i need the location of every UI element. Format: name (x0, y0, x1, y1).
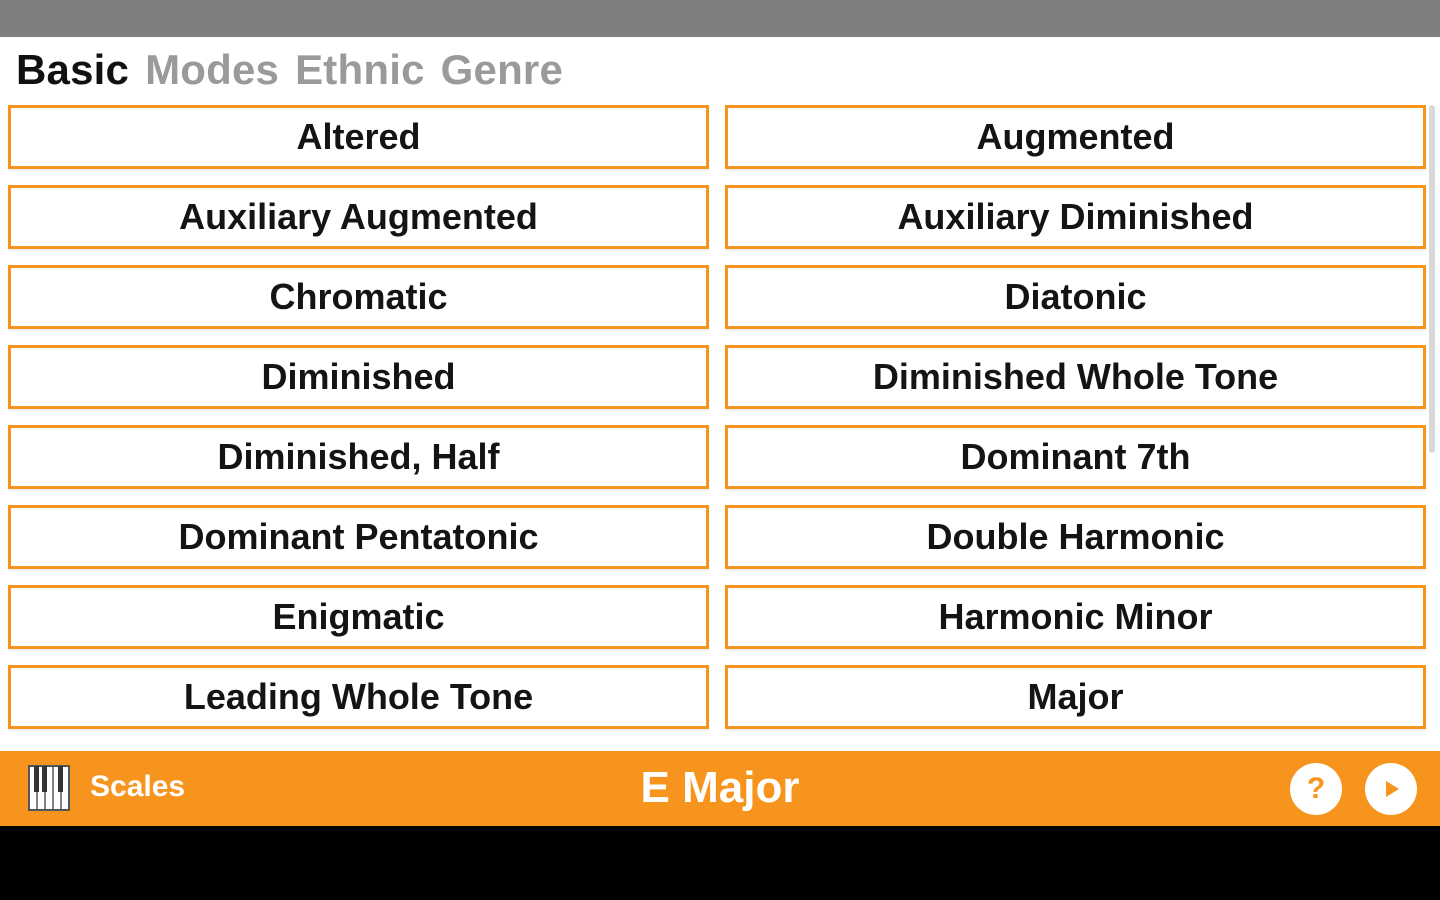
bottom-bar: Scales E Major ? (0, 751, 1440, 826)
tab-modes[interactable]: Modes (145, 46, 279, 94)
scale-button-harmonic-minor[interactable]: Harmonic Minor (725, 585, 1426, 649)
scale-button-diminished-half[interactable]: Diminished, Half (8, 425, 709, 489)
play-button[interactable] (1365, 763, 1417, 815)
scale-button-leading-whole-tone[interactable]: Leading Whole Tone (8, 665, 709, 729)
scale-button-diatonic[interactable]: Diatonic (725, 265, 1426, 329)
scale-button-augmented[interactable]: Augmented (725, 105, 1426, 169)
question-mark-icon: ? (1306, 772, 1326, 805)
scale-button-altered[interactable]: Altered (8, 105, 709, 169)
system-nav-bar (0, 826, 1440, 900)
tab-genre[interactable]: Genre (441, 46, 563, 94)
scale-button-enigmatic[interactable]: Enigmatic (8, 585, 709, 649)
scale-button-major[interactable]: Major (725, 665, 1426, 729)
tab-ethnic[interactable]: Ethnic (295, 46, 425, 94)
piano-keys-icon[interactable] (28, 765, 70, 811)
current-scale-title: E Major (640, 763, 800, 812)
scale-button-auxiliary-augmented[interactable]: Auxiliary Augmented (8, 185, 709, 249)
tab-basic[interactable]: Basic (16, 46, 129, 94)
scale-button-diminished-whole-tone[interactable]: Diminished Whole Tone (725, 345, 1426, 409)
scale-button-auxiliary-diminished[interactable]: Auxiliary Diminished (725, 185, 1426, 249)
help-button[interactable]: ? (1290, 763, 1342, 815)
play-icon (1386, 781, 1399, 797)
scale-button-double-harmonic[interactable]: Double Harmonic (725, 505, 1426, 569)
scale-button-dominant-pentatonic[interactable]: Dominant Pentatonic (8, 505, 709, 569)
scale-button-dominant-7th[interactable]: Dominant 7th (725, 425, 1426, 489)
scale-list: Altered Augmented Auxiliary Augmented Au… (8, 105, 1426, 732)
category-tabs: Basic Modes Ethnic Genre (16, 44, 579, 96)
scale-button-chromatic[interactable]: Chromatic (8, 265, 709, 329)
scrollbar[interactable] (1429, 105, 1435, 453)
status-bar (0, 0, 1440, 37)
section-label[interactable]: Scales (90, 770, 185, 804)
scale-button-diminished[interactable]: Diminished (8, 345, 709, 409)
